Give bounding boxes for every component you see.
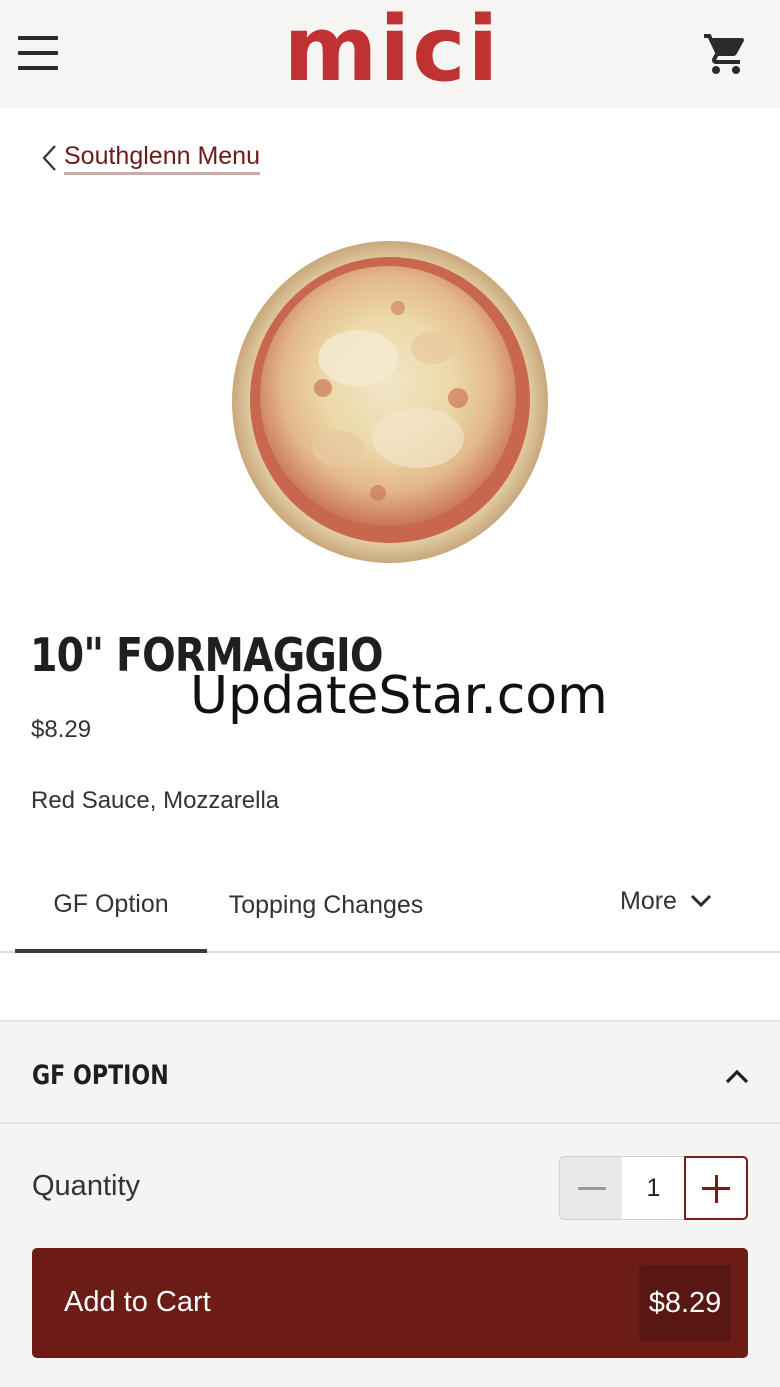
quantity-label: Quantity [32,1170,140,1202]
watermark-text: UpdateStar.com [190,666,608,726]
tab-gf-option[interactable]: GF Option [15,860,207,953]
brand-logo[interactable]: mici [276,0,508,108]
product-price: $8.29 [31,716,92,743]
more-label: More [620,886,677,915]
plus-icon[interactable] [684,1156,748,1220]
app-header: mici [0,0,780,108]
chevron-left-icon [42,145,56,171]
add-to-cart-label: Add to Cart [64,1286,211,1318]
add-to-cart-price: $8.29 [639,1265,731,1341]
hamburger-menu-icon[interactable] [16,34,60,72]
product-image [232,241,548,563]
option-tabs: GF Option Topping Changes More [0,860,780,953]
shopping-cart-icon[interactable] [702,30,750,78]
product-description: Red Sauce, Mozzarella [31,787,280,814]
section-title: GF OPTION [32,1060,169,1091]
tab-more[interactable]: More [620,860,713,942]
chevron-down-icon [690,894,712,908]
gf-option-section-header[interactable]: GF OPTION [0,1022,780,1124]
quantity-stepper: 1 [559,1156,749,1220]
tab-topping-changes[interactable]: Topping Changes [207,860,445,951]
chevron-up-icon [725,1069,749,1084]
minus-icon[interactable] [559,1156,623,1220]
quantity-value[interactable]: 1 [622,1156,685,1220]
back-link-label: Southglenn Menu [64,141,260,175]
back-to-menu-link[interactable]: Southglenn Menu [38,138,260,178]
add-to-cart-button[interactable]: Add to Cart $8.29 [32,1248,748,1358]
options-panel: GF OPTION Quantity 1 Add to Cart $8.29 [0,1020,780,1387]
